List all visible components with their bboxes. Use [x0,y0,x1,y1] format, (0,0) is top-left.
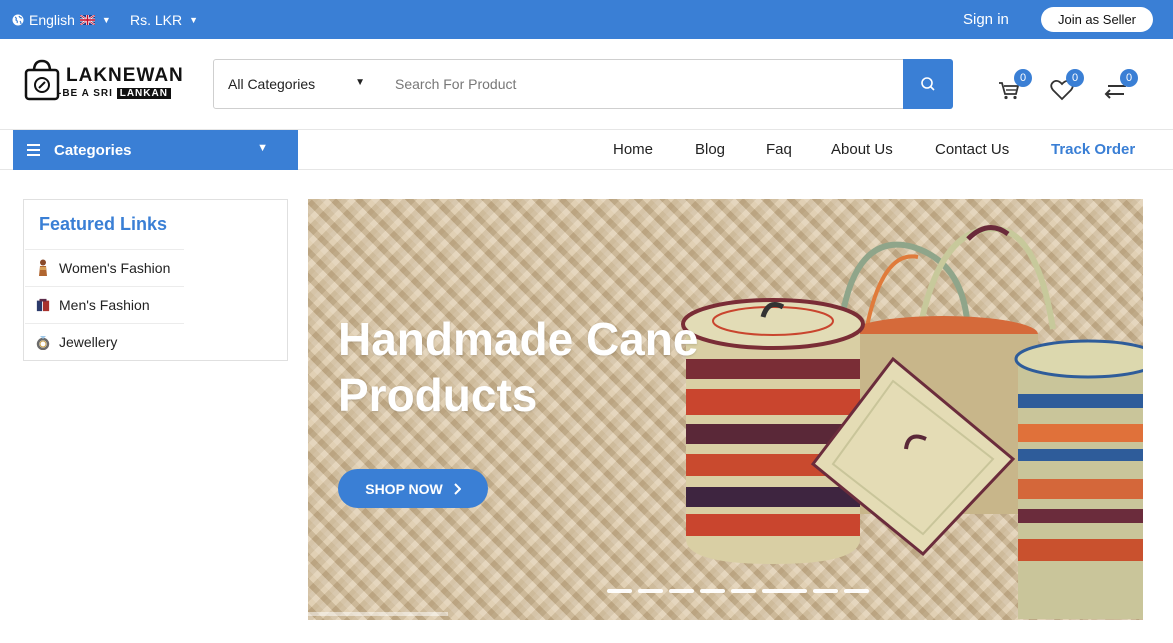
logo[interactable]: LAKNEWAN -BE A SRI LANKAN [24,59,192,103]
featured-link-jewellery[interactable]: Jewellery [25,323,184,360]
logo-tagline-b: LANKAN [116,88,171,99]
logo-tagline: -BE A SRI LANKAN [58,88,171,99]
slider-dot[interactable] [731,589,756,593]
slider-pagination [607,589,869,593]
search-icon [921,77,935,91]
wishlist-button[interactable]: 0 [1050,69,1084,103]
uk-flag-icon [79,14,95,25]
category-select[interactable]: All Categories ▼ [213,59,374,109]
shopping-bag-logo-icon [24,59,60,101]
sign-in-link[interactable]: Sign in [963,0,1009,39]
slider-dot[interactable] [844,589,869,593]
featured-link-label: Men's Fashion [59,297,150,313]
nav-link-home[interactable]: Home [613,130,653,168]
chevron-down-icon: ▼ [101,14,111,25]
currency-selector[interactable]: Rs. LKR ▼ [130,0,198,39]
chevron-down-icon: ▼ [189,14,199,25]
banner-title: Handmade Cane Products [338,313,699,421]
join-as-seller-button[interactable]: Join as Seller [1041,7,1153,32]
featured-links-title: Featured Links [39,214,168,234]
currency-label: Rs. LKR [130,11,183,28]
mens-fashion-icon [36,296,50,314]
header: LAKNEWAN -BE A SRI LANKAN All Categories… [0,39,1173,130]
slider-dot[interactable] [638,589,663,593]
featured-links-panel: Featured Links Women's Fashion Men's Fas… [23,199,288,361]
slider-dot[interactable] [669,589,694,593]
banner-progress-bar [308,612,448,616]
nav-link-blog[interactable]: Blog [695,130,725,168]
slider-dot[interactable] [762,589,807,593]
top-bar: English ▼ Rs. LKR ▼ Sign in Join as Sell… [0,0,1173,39]
shop-now-label: SHOP NOW [365,480,443,497]
compare-button[interactable]: 0 [1104,69,1138,103]
nav-link-faq[interactable]: Faq [766,130,792,168]
category-select-value: All Categories [228,76,316,92]
categories-label: Categories [54,141,132,159]
chevron-down-icon: ▼ [355,77,365,88]
hero-banner[interactable]: Handmade Cane Products SHOP NOW [308,199,1143,620]
search-input[interactable] [373,59,904,109]
nav-link-about-us[interactable]: About Us [831,130,893,168]
language-selector[interactable]: English ▼ [12,0,111,39]
language-label: English [29,11,75,28]
featured-link-womens-fashion[interactable]: Women's Fashion [25,249,184,286]
hamburger-icon [27,141,40,159]
nav-link-track-order[interactable]: Track Order [1051,130,1135,168]
featured-link-label: Women's Fashion [59,260,171,276]
slider-dot[interactable] [700,589,725,593]
cart-button[interactable]: 0 [998,69,1032,103]
chevron-right-icon [454,482,461,495]
wishlist-count-badge: 0 [1066,69,1084,87]
logo-wordmark: LAKNEWAN [66,65,184,86]
chevron-down-icon: ▼ [257,142,268,154]
main-nav: Categories ▼ Home Blog Faq About Us Cont… [0,130,1173,170]
featured-link-label: Jewellery [59,334,118,350]
search-button[interactable] [903,59,953,109]
slider-dot[interactable] [813,589,838,593]
globe-icon [12,14,24,25]
nav-link-contact-us[interactable]: Contact Us [935,130,1009,168]
slider-dot[interactable] [607,589,632,593]
cart-count-badge: 0 [1014,69,1032,87]
categories-menu-button[interactable]: Categories ▼ [13,130,298,170]
compare-count-badge: 0 [1120,69,1138,87]
featured-link-mens-fashion[interactable]: Men's Fashion [25,286,184,323]
ring-icon [36,333,50,351]
shop-now-button[interactable]: SHOP NOW [338,469,488,508]
logo-tagline-a: -BE A SRI [58,88,113,99]
womens-fashion-icon [36,259,50,277]
